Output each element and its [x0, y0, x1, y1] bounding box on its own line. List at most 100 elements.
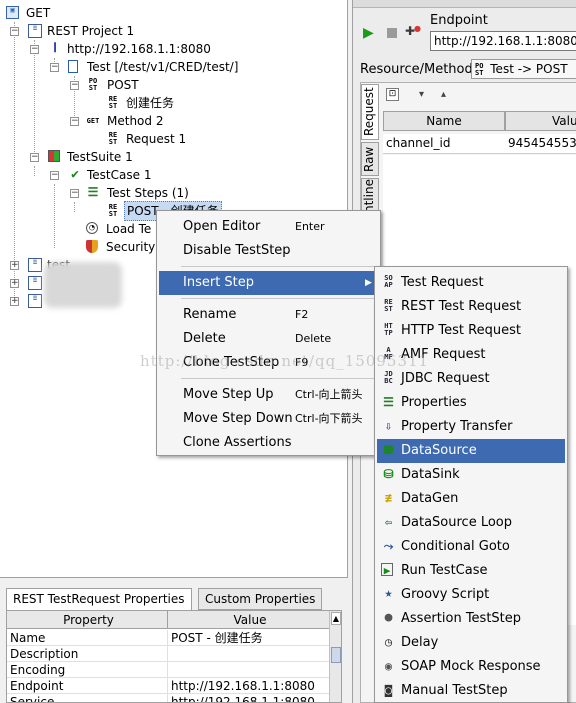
expand-toggle-icon[interactable]: + — [10, 297, 19, 306]
table-row[interactable]: Endpoint http://192.168.1.1:8080 — [7, 678, 329, 694]
menu-item-conditional-goto[interactable]: ⤳ Conditional Goto — [377, 535, 565, 559]
get-method-icon: GET — [86, 117, 100, 125]
collapse-toggle-icon[interactable]: − — [10, 27, 19, 36]
menu-item-http-test-request[interactable]: HT TP HTTP Test Request — [377, 319, 565, 343]
menu-item-disable-teststep[interactable]: Disable TestStep — [159, 239, 378, 263]
menu-item-move-step-down[interactable]: Move Step Down Ctrl-向下箭头 — [159, 407, 378, 431]
run-icon[interactable]: ▶ — [363, 25, 379, 41]
menu-item-label: JDBC Request — [401, 371, 490, 386]
scrollbar-thumb[interactable] — [331, 647, 341, 663]
table-row[interactable]: Description — [7, 646, 329, 662]
menu-item-insert-step[interactable]: Insert Step ▶ — [159, 271, 378, 295]
property-value[interactable]: POST - 创建任务 — [167, 630, 329, 646]
menu-item-datagen[interactable]: ≢ DataGen — [377, 487, 565, 511]
table-row[interactable]: Name POST - 创建任务 — [7, 630, 329, 646]
tab-request[interactable]: Request — [361, 84, 379, 140]
menu-item-property-transfer[interactable]: ⇩ Property Transfer — [377, 415, 565, 439]
menu-item-open-editor[interactable]: Open Editor Enter — [159, 215, 378, 239]
collapse-toggle-icon[interactable]: − — [70, 117, 79, 126]
menu-item-run-testcase[interactable]: ▶ Run TestCase — [377, 559, 565, 583]
resource-method-field[interactable]: PO ST Test -> POST — [471, 59, 576, 79]
move-down-icon[interactable]: ▾ — [419, 88, 435, 104]
groovy-icon: ★ — [384, 586, 393, 601]
collapse-toggle-icon[interactable]: − — [70, 81, 79, 90]
tab-outline[interactable]: ntline — [361, 178, 379, 214]
menu-item-shortcut: Ctrl-向下箭头 — [295, 412, 363, 425]
collapse-toggle-icon[interactable]: − — [30, 45, 39, 54]
menu-item-label: Open Editor — [183, 219, 261, 234]
expand-editor-icon[interactable]: ⊡ — [386, 88, 399, 101]
tree-line — [74, 202, 75, 212]
menu-item-label: Test Request — [401, 275, 484, 290]
menu-item-manual-teststep[interactable]: ◙ Manual TestStep — [377, 679, 565, 703]
tree-node-label: Method 2 — [107, 114, 164, 128]
property-value[interactable]: http://192.168.1.1:8080 — [167, 694, 329, 702]
tab-rest-testrequest-properties[interactable]: REST TestRequest Properties — [6, 588, 192, 611]
teststeps-icon: ☰ — [87, 185, 99, 199]
tree-node-label: TestCase 1 — [87, 168, 152, 182]
teststep-context-menu: Open Editor Enter Disable TestStep Inser… — [156, 210, 381, 456]
property-transfer-icon: ⇩ — [384, 419, 393, 433]
project-icon: ≡ — [28, 258, 42, 272]
expand-toggle-icon[interactable]: + — [10, 279, 19, 288]
move-up-icon[interactable]: ▴ — [441, 88, 457, 104]
redacted-area — [44, 262, 122, 308]
menu-item-label: Clone Assertions — [183, 435, 292, 450]
menu-item-rename[interactable]: Rename F2 — [159, 303, 378, 327]
collapse-toggle-icon[interactable]: − — [50, 63, 59, 72]
add-endpoint-icon[interactable]: ✚ ● — [405, 24, 421, 40]
menu-item-groovy-script[interactable]: ★ Groovy Script — [377, 583, 565, 607]
properties-table: Property Value Name POST - 创建任务 Descript… — [6, 610, 342, 703]
param-value-cell[interactable]: 945454553g — [505, 134, 576, 154]
menu-item-jdbc-request[interactable]: JD BC JDBC Request — [377, 367, 565, 391]
tab-raw[interactable]: Raw — [361, 142, 379, 176]
menu-item-delete[interactable]: Delete Delete — [159, 327, 378, 351]
rest-request-icon: RE ST — [108, 131, 118, 146]
property-value[interactable] — [167, 646, 329, 662]
column-header-value[interactable]: Value — [167, 611, 329, 629]
tab-custom-properties[interactable]: Custom Properties — [198, 588, 323, 610]
collapse-toggle-icon[interactable]: − — [70, 189, 79, 198]
menu-item-shortcut: Delete — [295, 332, 332, 345]
properties-scrollbar[interactable]: ▲ — [329, 611, 341, 702]
stop-icon[interactable] — [384, 25, 400, 41]
collapse-toggle-icon[interactable]: − — [50, 171, 59, 180]
menu-item-move-step-up[interactable]: Move Step Up Ctrl-向上箭头 — [159, 383, 378, 407]
menu-item-label: Insert Step — [183, 275, 255, 290]
column-header-property[interactable]: Property — [7, 611, 167, 629]
param-name-cell[interactable]: channel_id — [383, 134, 505, 154]
soap-request-icon: SO AP — [384, 274, 393, 289]
table-row[interactable]: Encoding — [7, 662, 329, 678]
endpoint-field[interactable]: http://192.168.1.1:8080 — [430, 31, 576, 51]
menu-item-amf-request[interactable]: A MF AMF Request — [377, 343, 565, 367]
menu-item-delay[interactable]: ◷ Delay — [377, 631, 565, 655]
scroll-up-icon[interactable]: ▲ — [331, 612, 341, 625]
property-value[interactable] — [167, 662, 329, 678]
menu-item-label: REST Test Request — [401, 299, 522, 314]
column-header-value[interactable]: Valu — [505, 111, 576, 131]
table-header-row: Property Value — [7, 611, 329, 629]
column-header-name[interactable]: Name — [383, 111, 505, 131]
menu-item-test-request[interactable]: SO AP Test Request — [377, 271, 565, 295]
menu-item-datasource-loop[interactable]: ⇦ DataSource Loop — [377, 511, 565, 535]
post-method-icon: PO ST — [88, 77, 98, 92]
expand-toggle-icon[interactable]: + — [10, 261, 19, 270]
resource-method-label: Resource/Method: — [360, 62, 478, 77]
menu-item-datasource[interactable]: ⛃ DataSource — [377, 439, 565, 463]
properties-icon: ☰ — [383, 395, 394, 409]
delay-icon: ◷ — [384, 635, 393, 649]
menu-item-clone-teststep[interactable]: Clone TestStep F9 — [159, 351, 378, 375]
menu-item-rest-test-request[interactable]: RE ST REST Test Request — [377, 295, 565, 319]
rest-request-icon: RE ST — [108, 203, 118, 218]
insert-step-submenu: SO AP Test Request RE ST REST Test Request H… — [374, 266, 568, 703]
collapse-toggle-icon[interactable]: − — [30, 153, 39, 162]
property-name: Service — [10, 695, 55, 703]
menu-item-assertion-teststep[interactable]: ● Assertion TestStep — [377, 607, 565, 631]
menu-separator — [181, 298, 376, 299]
property-value[interactable]: http://192.168.1.1:8080 — [167, 678, 329, 694]
menu-item-soap-mock-response[interactable]: ◉ SOAP Mock Response — [377, 655, 565, 679]
table-row[interactable]: Service http://192.168.1.1:8080 — [7, 694, 329, 703]
menu-item-datasink[interactable]: ⛁ DataSink — [377, 463, 565, 487]
menu-item-clone-assertions[interactable]: Clone Assertions — [159, 431, 378, 455]
menu-item-properties[interactable]: ☰ Properties — [377, 391, 565, 415]
